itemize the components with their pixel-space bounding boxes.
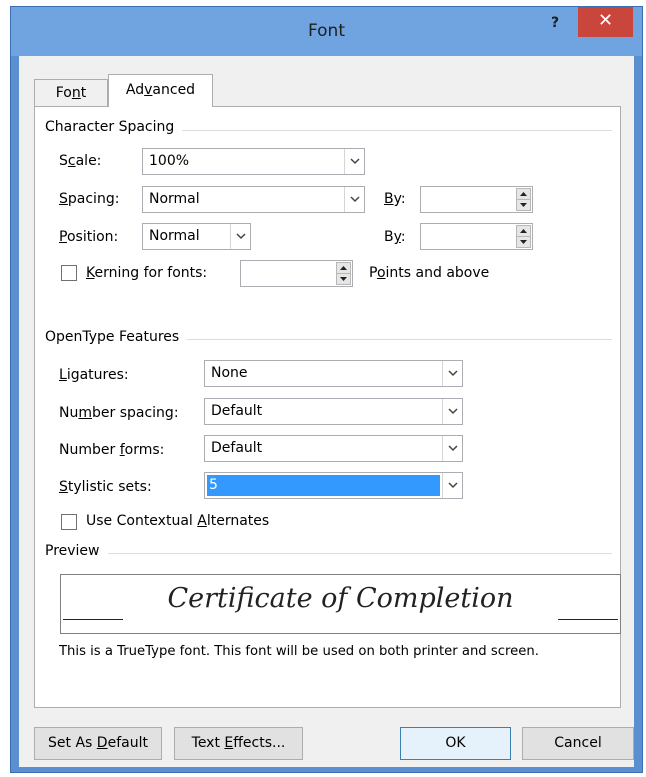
set-as-default-button[interactable]: Set As Default	[34, 727, 162, 760]
spacing-value: Normal	[149, 191, 200, 207]
stylistic-sets-label: Stylistic sets:	[59, 479, 152, 495]
spinner-buttons[interactable]	[336, 262, 351, 285]
preview-sample-text: Certificate of Completion	[167, 583, 514, 614]
kerning-label[interactable]: Kerning for fonts:	[86, 265, 207, 281]
scale-label: Scale:	[59, 153, 102, 169]
number-spacing-value: Default	[211, 403, 263, 419]
number-forms-combo[interactable]: Default	[204, 435, 463, 462]
contextual-alternates-checkbox[interactable]	[61, 514, 77, 530]
stylistic-sets-value: 5	[207, 475, 440, 496]
chevron-down-icon[interactable]	[442, 361, 462, 386]
position-combo[interactable]: Normal	[142, 223, 251, 250]
chevron-down-icon[interactable]	[344, 187, 364, 212]
dialog-body: Font Advanced Character Spacing Scale: 1…	[19, 56, 634, 767]
cancel-button[interactable]: Cancel	[522, 727, 634, 760]
kerning-checkbox[interactable]	[61, 265, 77, 281]
tab-font[interactable]: Font	[34, 79, 108, 106]
spin-up-icon[interactable]	[337, 263, 350, 274]
ligatures-label: Ligatures:	[59, 367, 129, 383]
ok-button[interactable]: OK	[400, 727, 511, 760]
advanced-tab-panel: Character Spacing Scale: 100% Spacing: N…	[34, 106, 621, 708]
tab-font-label-end: t	[80, 85, 87, 101]
spacing-by-spinner[interactable]	[420, 186, 533, 213]
spin-up-icon[interactable]	[517, 189, 530, 200]
preview-rule-right	[558, 619, 618, 620]
spacing-by-label: By:	[384, 191, 406, 207]
preview-note: This is a TrueType font. This font will …	[59, 644, 539, 659]
tab-advanced-label-end: anced	[152, 82, 196, 98]
spacing-label: Spacing:	[59, 191, 120, 207]
scale-value: 100%	[149, 153, 190, 169]
chevron-down-icon[interactable]	[442, 473, 462, 498]
ligatures-value: None	[211, 365, 248, 381]
spin-down-icon[interactable]	[337, 274, 350, 285]
number-forms-label: Number forms:	[59, 442, 165, 458]
spinner-buttons[interactable]	[516, 225, 531, 248]
close-button[interactable]: ✕	[578, 7, 633, 37]
preview-rule-left	[63, 619, 123, 620]
contextual-alternates-label[interactable]: Use Contextual Alternates	[86, 513, 269, 529]
position-label: Position:	[59, 229, 119, 245]
number-forms-value: Default	[211, 440, 263, 456]
number-spacing-label: Number spacing:	[59, 405, 179, 421]
spin-down-icon[interactable]	[517, 200, 530, 211]
opentype-title: OpenType Features	[45, 329, 188, 345]
title-bar[interactable]: Font ? ✕	[11, 7, 642, 56]
spinner-buttons[interactable]	[516, 188, 531, 211]
preview-title: Preview	[45, 543, 108, 559]
preview-separator	[47, 553, 612, 554]
tab-font-label: Fo	[55, 85, 72, 101]
position-value: Normal	[149, 228, 200, 244]
stylistic-sets-combo[interactable]: 5	[204, 472, 463, 499]
chevron-down-icon[interactable]	[230, 224, 250, 249]
chevron-down-icon[interactable]	[442, 399, 462, 424]
position-by-label: By:	[384, 229, 406, 245]
scale-combo[interactable]: 100%	[142, 148, 365, 175]
tab-advanced-label: Ad	[125, 82, 145, 98]
chevron-down-icon[interactable]	[442, 436, 462, 461]
position-by-spinner[interactable]	[420, 223, 533, 250]
chevron-down-icon[interactable]	[344, 149, 364, 174]
tab-advanced[interactable]: Advanced	[108, 74, 213, 107]
text-effects-button[interactable]: Text Effects...	[174, 727, 303, 760]
kerning-points-spinner[interactable]	[240, 260, 353, 287]
points-and-above-label: Points and above	[369, 265, 490, 281]
spin-up-icon[interactable]	[517, 226, 530, 237]
number-spacing-combo[interactable]: Default	[204, 398, 463, 425]
ligatures-combo[interactable]: None	[204, 360, 463, 387]
help-button[interactable]: ?	[543, 11, 567, 35]
font-dialog-window: Font ? ✕ Font Advanced Character Spacing…	[10, 6, 643, 773]
tab-font-mnemonic: n	[71, 85, 81, 101]
preview-box: Certificate of Completion	[60, 574, 621, 634]
character-spacing-title: Character Spacing	[45, 119, 183, 135]
spacing-combo[interactable]: Normal	[142, 186, 365, 213]
spin-down-icon[interactable]	[517, 237, 530, 248]
